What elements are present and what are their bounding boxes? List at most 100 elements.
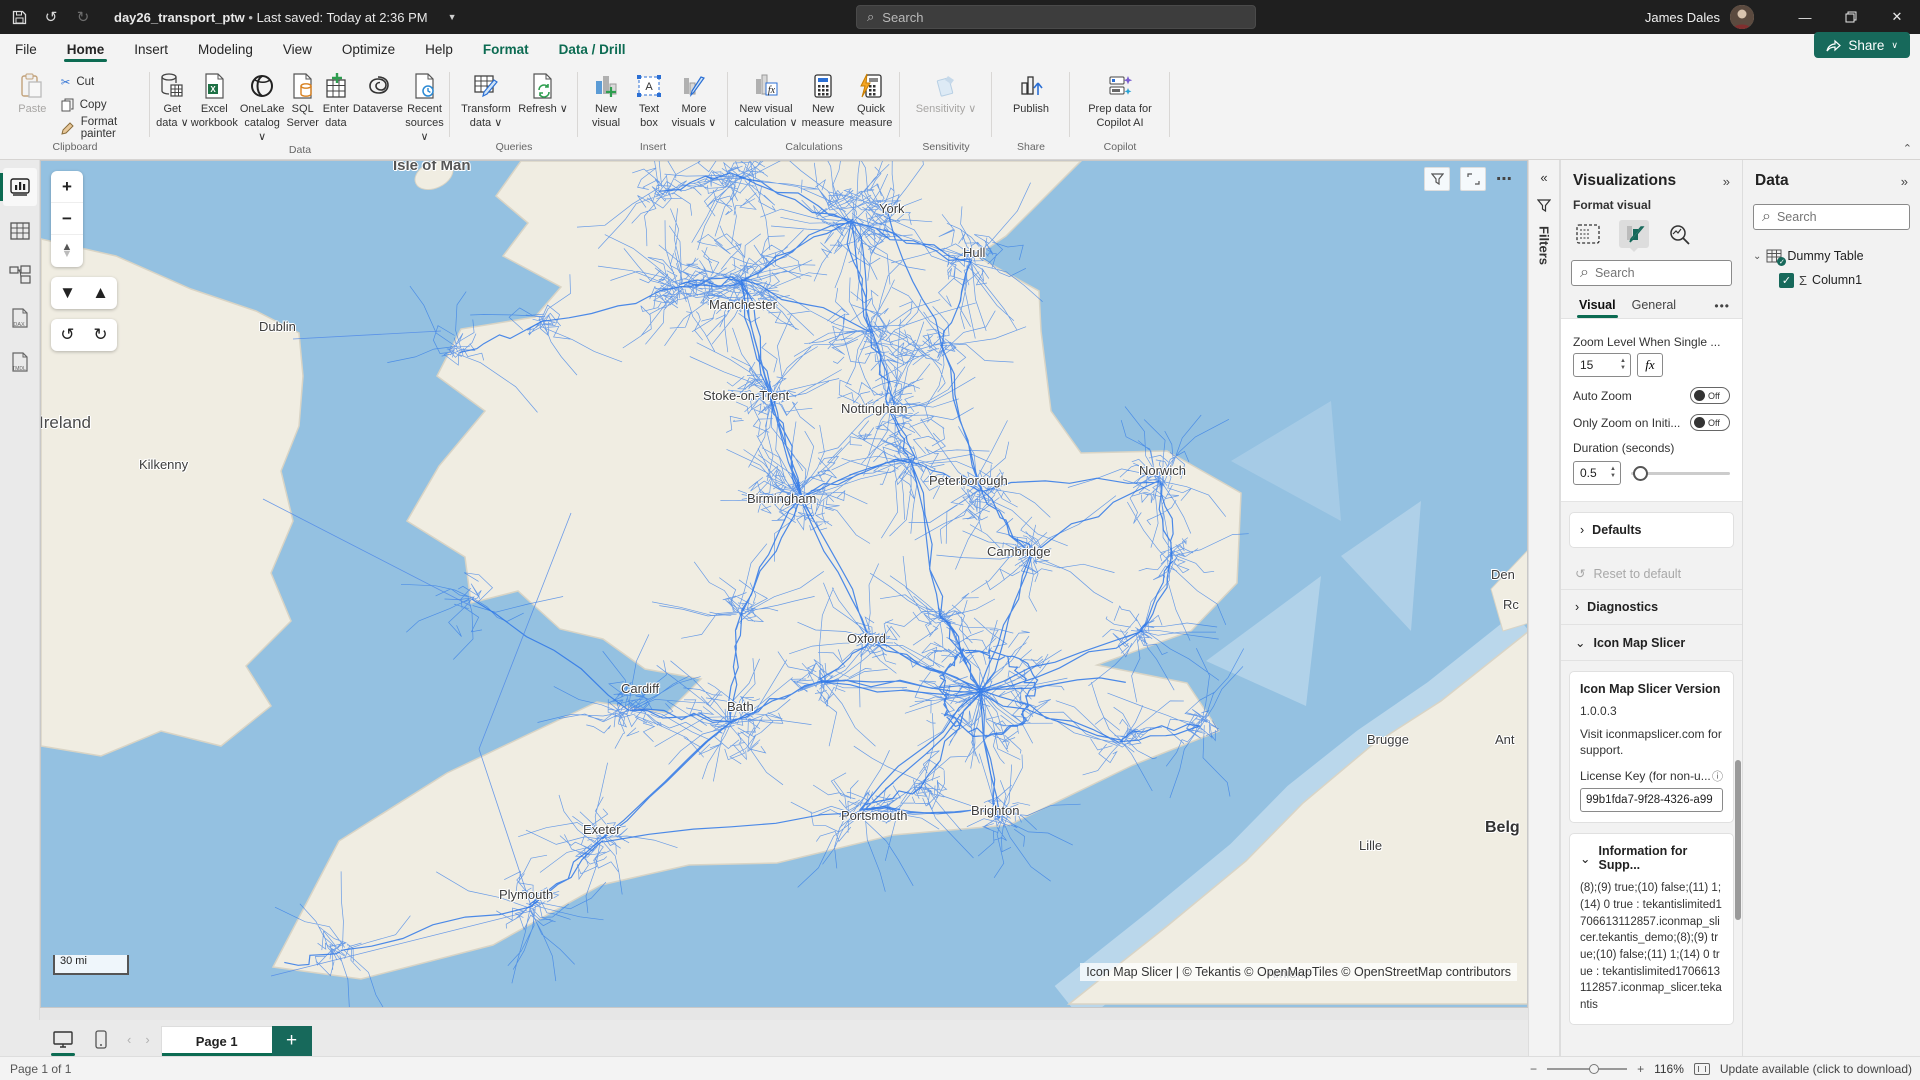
map-zoom-out-button[interactable]: − — [51, 203, 83, 235]
field-checkbox[interactable]: ✓ — [1779, 273, 1794, 288]
minimize-button[interactable]: — — [1782, 0, 1828, 34]
spinner[interactable]: ▲▼ — [1606, 466, 1620, 479]
defaults-card[interactable]: ›Defaults — [1569, 512, 1734, 548]
chevron-down-icon[interactable]: ⌄ — [1753, 251, 1761, 262]
undo-icon[interactable]: ↺ — [42, 8, 60, 26]
sensitivity-button[interactable]: Sensitivity ∨ — [911, 68, 981, 117]
user-name[interactable]: James Dales — [1645, 10, 1720, 25]
add-page-button[interactable]: + — [272, 1026, 312, 1056]
copy-button[interactable]: Copy — [61, 95, 144, 115]
next-page-icon[interactable]: › — [142, 1032, 152, 1047]
close-button[interactable]: ✕ — [1874, 0, 1920, 34]
format-search-input[interactable] — [1595, 266, 1723, 280]
recent-sources-button[interactable]: Recent sources ∨ — [405, 68, 444, 144]
map-rotate-cw-button[interactable]: ↻ — [84, 319, 117, 351]
global-search-input[interactable]: ⌕ Search — [856, 5, 1256, 29]
share-button[interactable]: Share∨ — [1814, 32, 1910, 58]
zoom-in-icon[interactable]: + — [1637, 1062, 1644, 1076]
prev-page-icon[interactable]: ‹ — [124, 1032, 134, 1047]
transform-data-button[interactable]: Transform data ∨ — [456, 68, 516, 131]
zoom-level-input[interactable]: 15 ▲▼ — [1573, 353, 1631, 377]
redo-icon[interactable]: ↻ — [74, 8, 92, 26]
menu-home[interactable]: Home — [52, 34, 120, 64]
more-visuals-button[interactable]: More visuals ∨ — [670, 68, 718, 131]
get-data-button[interactable]: Get data ∨ — [156, 68, 189, 131]
quick-measure-button[interactable]: Quick measure — [848, 68, 894, 131]
duration-slider[interactable] — [1631, 472, 1730, 475]
field-row-column1[interactable]: ✓ Σ Column1 — [1753, 268, 1910, 292]
map-tilt-up-button[interactable]: ▲ — [84, 277, 117, 309]
restore-button[interactable] — [1828, 0, 1874, 34]
new-visual-calculation-button[interactable]: fx New visual calculation ∨ — [734, 68, 798, 131]
save-icon[interactable] — [10, 8, 28, 26]
analytics-tab[interactable] — [1665, 220, 1695, 248]
icon-map-slicer-section[interactable]: ⌄Icon Map Slicer — [1561, 624, 1742, 661]
title-dropdown-icon[interactable]: ▼ — [448, 12, 457, 22]
paste-button[interactable]: Paste — [6, 68, 59, 117]
filters-pane-collapsed[interactable]: « Filters — [1528, 160, 1560, 1056]
ribbon-collapse-icon[interactable]: ⌃ — [1903, 142, 1912, 155]
update-available[interactable]: Update available (click to download) — [1720, 1062, 1912, 1076]
collapse-visualizations-icon[interactable]: » — [1723, 174, 1730, 189]
sidebar-dax-query-view[interactable]: DAX — [3, 300, 37, 338]
menu-view[interactable]: View — [268, 34, 327, 64]
sidebar-report-view[interactable] — [3, 168, 37, 206]
map-zoom-in-button[interactable]: + — [51, 171, 83, 203]
menu-format[interactable]: Format — [468, 34, 544, 64]
map-pitch-button[interactable]: ▲▼ — [51, 235, 83, 267]
license-key-input[interactable] — [1580, 788, 1723, 812]
avatar[interactable] — [1730, 5, 1754, 29]
sql-server-button[interactable]: SQL Server — [286, 68, 318, 131]
spinner[interactable]: ▲▼ — [1616, 358, 1630, 371]
sidebar-table-view[interactable] — [3, 212, 37, 250]
tab-general[interactable]: General — [1626, 294, 1682, 318]
diagnostics-section[interactable]: ›Diagnostics — [1561, 589, 1742, 624]
excel-workbook-button[interactable]: X Excel workbook — [191, 68, 238, 131]
map-visual[interactable]: Isle of Man York Hull Manchester Dublin … — [40, 160, 1528, 1008]
build-visual-tab[interactable] — [1573, 220, 1603, 248]
map-rotate-ccw-button[interactable]: ↺ — [51, 319, 84, 351]
data-search-input[interactable] — [1777, 210, 1901, 224]
new-visual-button[interactable]: New visual — [584, 68, 628, 131]
zoom-out-icon[interactable]: − — [1530, 1062, 1537, 1076]
focus-mode-icon[interactable] — [1460, 167, 1486, 191]
sidebar-tmdl-view[interactable]: TMDL — [3, 344, 37, 382]
text-box-button[interactable]: A Text box — [630, 68, 668, 131]
format-search[interactable]: ⌕ — [1571, 260, 1732, 286]
only-zoom-toggle[interactable]: Off — [1690, 414, 1730, 431]
duration-input[interactable]: 0.5 ▲▼ — [1573, 461, 1621, 485]
table-row-dummy-table[interactable]: ⌄ ✓ Dummy Table — [1753, 244, 1910, 268]
menu-insert[interactable]: Insert — [119, 34, 183, 64]
format-visual-tab[interactable] — [1619, 220, 1649, 248]
prep-data-copilot-button[interactable]: Prep data for Copilot AI — [1080, 68, 1160, 131]
dataverse-button[interactable]: Dataverse — [353, 68, 403, 117]
fx-button[interactable]: fx — [1637, 353, 1663, 377]
fit-to-page-icon[interactable] — [1694, 1063, 1710, 1075]
menu-optimize[interactable]: Optimize — [327, 34, 410, 64]
sidebar-model-view[interactable] — [3, 256, 37, 294]
format-painter-button[interactable]: Format painter — [61, 118, 144, 138]
tabs-more-icon[interactable]: ••• — [1714, 299, 1730, 313]
data-search[interactable]: ⌕ — [1753, 204, 1910, 230]
menu-modeling[interactable]: Modeling — [183, 34, 268, 64]
zoom-slider[interactable] — [1547, 1068, 1627, 1070]
zoom-percent[interactable]: 116% — [1654, 1062, 1684, 1076]
auto-zoom-toggle[interactable]: Off — [1690, 387, 1730, 404]
refresh-button[interactable]: Refresh ∨ — [518, 68, 568, 117]
enter-data-button[interactable]: Enter data — [321, 68, 351, 131]
menu-file[interactable]: File — [0, 34, 52, 64]
panel-scrollbar[interactable] — [1735, 760, 1741, 920]
menu-help[interactable]: Help — [410, 34, 468, 64]
mobile-layout-button[interactable] — [86, 1026, 116, 1052]
visual-filter-icon[interactable] — [1424, 167, 1450, 191]
menu-data-drill[interactable]: Data / Drill — [544, 34, 641, 64]
cut-button[interactable]: ✂Cut — [61, 72, 144, 92]
onelake-catalog-button[interactable]: OneLake catalog ∨ — [240, 68, 285, 144]
desktop-layout-button[interactable] — [48, 1026, 78, 1052]
reset-to-default[interactable]: ↺Reset to default — [1561, 558, 1742, 589]
more-options-icon[interactable]: ⋯ — [1496, 169, 1513, 189]
tab-visual[interactable]: Visual — [1573, 294, 1622, 318]
expand-filters-icon[interactable]: « — [1540, 170, 1547, 185]
info-icon[interactable]: ⓘ — [1712, 768, 1723, 784]
collapse-data-icon[interactable]: » — [1901, 174, 1908, 189]
